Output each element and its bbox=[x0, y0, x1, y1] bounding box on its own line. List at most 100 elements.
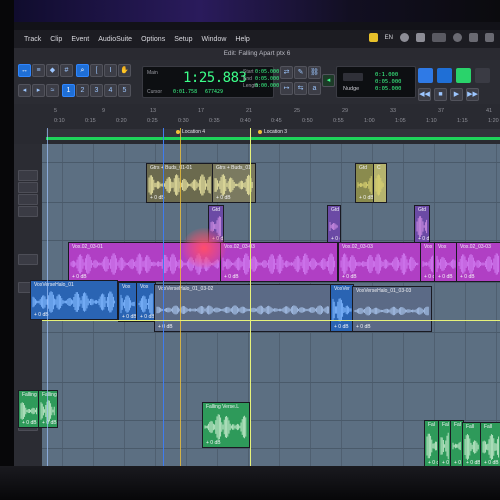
menu-help[interactable]: Help bbox=[235, 36, 249, 43]
notification-icon[interactable] bbox=[485, 33, 494, 42]
menu-event[interactable]: Event bbox=[71, 36, 89, 43]
clip-gain-label[interactable]: + 0 dB bbox=[438, 274, 453, 280]
track-header-button[interactable] bbox=[18, 206, 38, 217]
track-header-button[interactable] bbox=[18, 194, 38, 205]
clip-gain-label[interactable]: + 0 dB bbox=[460, 274, 475, 280]
link-selection-button[interactable]: ⛓ bbox=[308, 66, 321, 79]
pencil-tool-button[interactable]: ✎ bbox=[294, 66, 307, 79]
length-value[interactable]: 0:00.000 bbox=[255, 83, 279, 89]
wifi-icon[interactable] bbox=[400, 33, 409, 42]
play-button[interactable]: ▶ bbox=[450, 88, 463, 101]
stop-button[interactable]: ■ bbox=[434, 88, 447, 101]
audio-clip[interactable]: C bbox=[373, 163, 387, 203]
audio-clip[interactable]: Falling + 0 dB bbox=[38, 390, 58, 428]
shuffle-mode-button[interactable]: ↔ bbox=[18, 64, 31, 77]
clip-gain-label[interactable]: + 0 dB bbox=[356, 324, 371, 330]
audio-clip[interactable]: Gtd+ 0 dB bbox=[355, 163, 375, 203]
track-header-button[interactable] bbox=[18, 182, 38, 193]
audio-clip[interactable]: Vox+ 0 dB bbox=[118, 282, 138, 322]
zoom-preset-3-button[interactable]: 3 bbox=[90, 84, 103, 97]
audio-clip[interactable]: Vox+ 0 dB bbox=[434, 242, 458, 282]
main-counter-value[interactable]: 1:25.883 bbox=[183, 70, 247, 86]
waveform-path bbox=[464, 434, 479, 460]
end-value[interactable]: 0:05.000 bbox=[255, 76, 279, 82]
clip-gain-label[interactable]: + 0 dB bbox=[224, 274, 239, 280]
bluetooth-icon[interactable] bbox=[416, 33, 425, 42]
marker-location-3[interactable]: Location 3 bbox=[258, 129, 287, 135]
loop-playback-button[interactable] bbox=[437, 68, 452, 83]
timeline-link-button[interactable]: ⇄ bbox=[280, 66, 293, 79]
grid-mode-button[interactable]: # bbox=[60, 64, 73, 77]
clip-name: Falling bbox=[22, 392, 37, 398]
grid-value-2[interactable]: 0:05.000 bbox=[375, 79, 402, 85]
start-value[interactable]: 0:05.000 bbox=[255, 69, 279, 75]
control-center-icon[interactable] bbox=[469, 33, 478, 42]
menu-options[interactable]: Options bbox=[141, 36, 165, 43]
audio-clip[interactable]: Fall + 0 dB bbox=[480, 422, 500, 468]
clip-gain-label[interactable]: + 0 dB bbox=[22, 420, 37, 426]
slip-mode-button[interactable]: ≡ bbox=[32, 64, 45, 77]
loop-range-bar[interactable] bbox=[46, 137, 500, 140]
zoom-preset-2-button[interactable]: 2 bbox=[76, 84, 89, 97]
audio-clip[interactable]: Gtd+ 0 dB bbox=[327, 205, 341, 244]
clip-gain-label[interactable]: + 0 dB bbox=[334, 324, 349, 330]
record-enable-button[interactable] bbox=[456, 68, 471, 83]
clip-gain-label[interactable]: + 0 dB bbox=[42, 420, 57, 426]
grid-nudge-display[interactable]: Nudge 0:1.000 0:05.000 0:05.000 bbox=[336, 66, 416, 98]
audio-clip[interactable]: Vox.02_03-03 + 0 dB bbox=[220, 242, 338, 282]
zoom-preset-1-button[interactable]: 1 bbox=[62, 84, 75, 97]
ruler-bar-label: 17 bbox=[198, 108, 205, 114]
rewind-button[interactable]: ◀◀ bbox=[418, 88, 431, 101]
audio-clip[interactable]: VoxVer + 0 dB bbox=[330, 284, 354, 332]
waveform-zoom-button[interactable]: ≈ bbox=[46, 84, 59, 97]
menu-window[interactable]: Window bbox=[202, 36, 227, 43]
select-tool-button[interactable]: I bbox=[104, 64, 117, 77]
fast-forward-button[interactable]: ▶▶ bbox=[466, 88, 479, 101]
keyboard-focus-button[interactable]: a bbox=[308, 82, 321, 95]
audio-clip[interactable]: Fall + 0 dB bbox=[462, 422, 482, 468]
zoom-out-button[interactable]: ◂ bbox=[18, 84, 31, 97]
audio-clip[interactable]: Vox+ 0 dB bbox=[136, 282, 156, 322]
marker-line-location-4 bbox=[180, 128, 181, 466]
audio-clip[interactable]: Falling Verse.L + 0 dB bbox=[202, 402, 250, 448]
mirror-midi-button[interactable]: ⇆ bbox=[294, 82, 307, 95]
search-icon[interactable] bbox=[453, 33, 462, 42]
audio-clip[interactable]: Gtd+ 0 dB bbox=[414, 205, 430, 244]
nudge-value[interactable]: 0:05.000 bbox=[375, 86, 402, 92]
track-header-button[interactable] bbox=[18, 170, 38, 181]
menu-clip[interactable]: Clip bbox=[50, 36, 62, 43]
audio-clip[interactable]: VoxVerseHalo_01 + 0 dB bbox=[30, 280, 118, 320]
grabber-tool-button[interactable]: ✋ bbox=[118, 64, 131, 77]
app-status-icon[interactable] bbox=[368, 33, 378, 42]
menu-track[interactable]: Track bbox=[24, 36, 41, 43]
battery-icon[interactable] bbox=[432, 33, 446, 42]
audio-clip[interactable]: Falling + 0 dB bbox=[18, 390, 40, 428]
clip-gain-label[interactable]: + 0 dB bbox=[206, 440, 221, 446]
zoom-tool-button[interactable]: ⌕ bbox=[76, 64, 89, 77]
trim-tool-button[interactable]: [ bbox=[90, 64, 103, 77]
clip-gain-label[interactable]: + 0 dB bbox=[158, 324, 173, 330]
zoom-preset-5-button[interactable]: 5 bbox=[118, 84, 131, 97]
transport-extra-button[interactable] bbox=[475, 68, 490, 83]
audio-clip[interactable]: Vox.02_03-03 + 0 dB bbox=[338, 242, 422, 282]
clip-gain-label[interactable]: + 0 dB bbox=[342, 274, 357, 280]
menu-setup[interactable]: Setup bbox=[174, 36, 192, 43]
grid-value[interactable]: 0:1.000 bbox=[375, 72, 398, 78]
tab-to-transient-button[interactable]: ↦ bbox=[280, 82, 293, 95]
clip-name: Vox.02_03-03 bbox=[342, 244, 373, 250]
audio-clip[interactable]: Vox.02_03-03 + 0 dB bbox=[456, 242, 500, 282]
online-button[interactable] bbox=[418, 68, 433, 83]
spot-mode-button[interactable]: ◆ bbox=[46, 64, 59, 77]
menu-audiosuite[interactable]: AudioSuite bbox=[98, 36, 132, 43]
clip-gain-label[interactable]: + 0 dB bbox=[359, 195, 374, 201]
main-counter-display[interactable]: Main 1:25.883 Start 0:05.000 End 0:05.00… bbox=[142, 66, 279, 98]
input-language-label[interactable]: EN bbox=[385, 35, 393, 41]
audio-clip[interactable]: VoxVerseHalo_01_03-03 + 0 dB bbox=[352, 286, 432, 332]
zoom-in-button[interactable]: ▸ bbox=[32, 84, 45, 97]
ruler-time-label: 1:05 bbox=[395, 118, 406, 124]
edit-toolbar: ↔ ≡ ◆ # ⌕ [ I ✋ ◂ ▸ ≈ 1 2 3 4 5 Main 1:2… bbox=[14, 60, 500, 105]
zoom-preset-4-button[interactable]: 4 bbox=[104, 84, 117, 97]
waveform-path bbox=[20, 402, 38, 420]
clip-gain-label[interactable]: + 0 dB bbox=[216, 195, 231, 201]
track-header-button[interactable] bbox=[18, 254, 38, 265]
